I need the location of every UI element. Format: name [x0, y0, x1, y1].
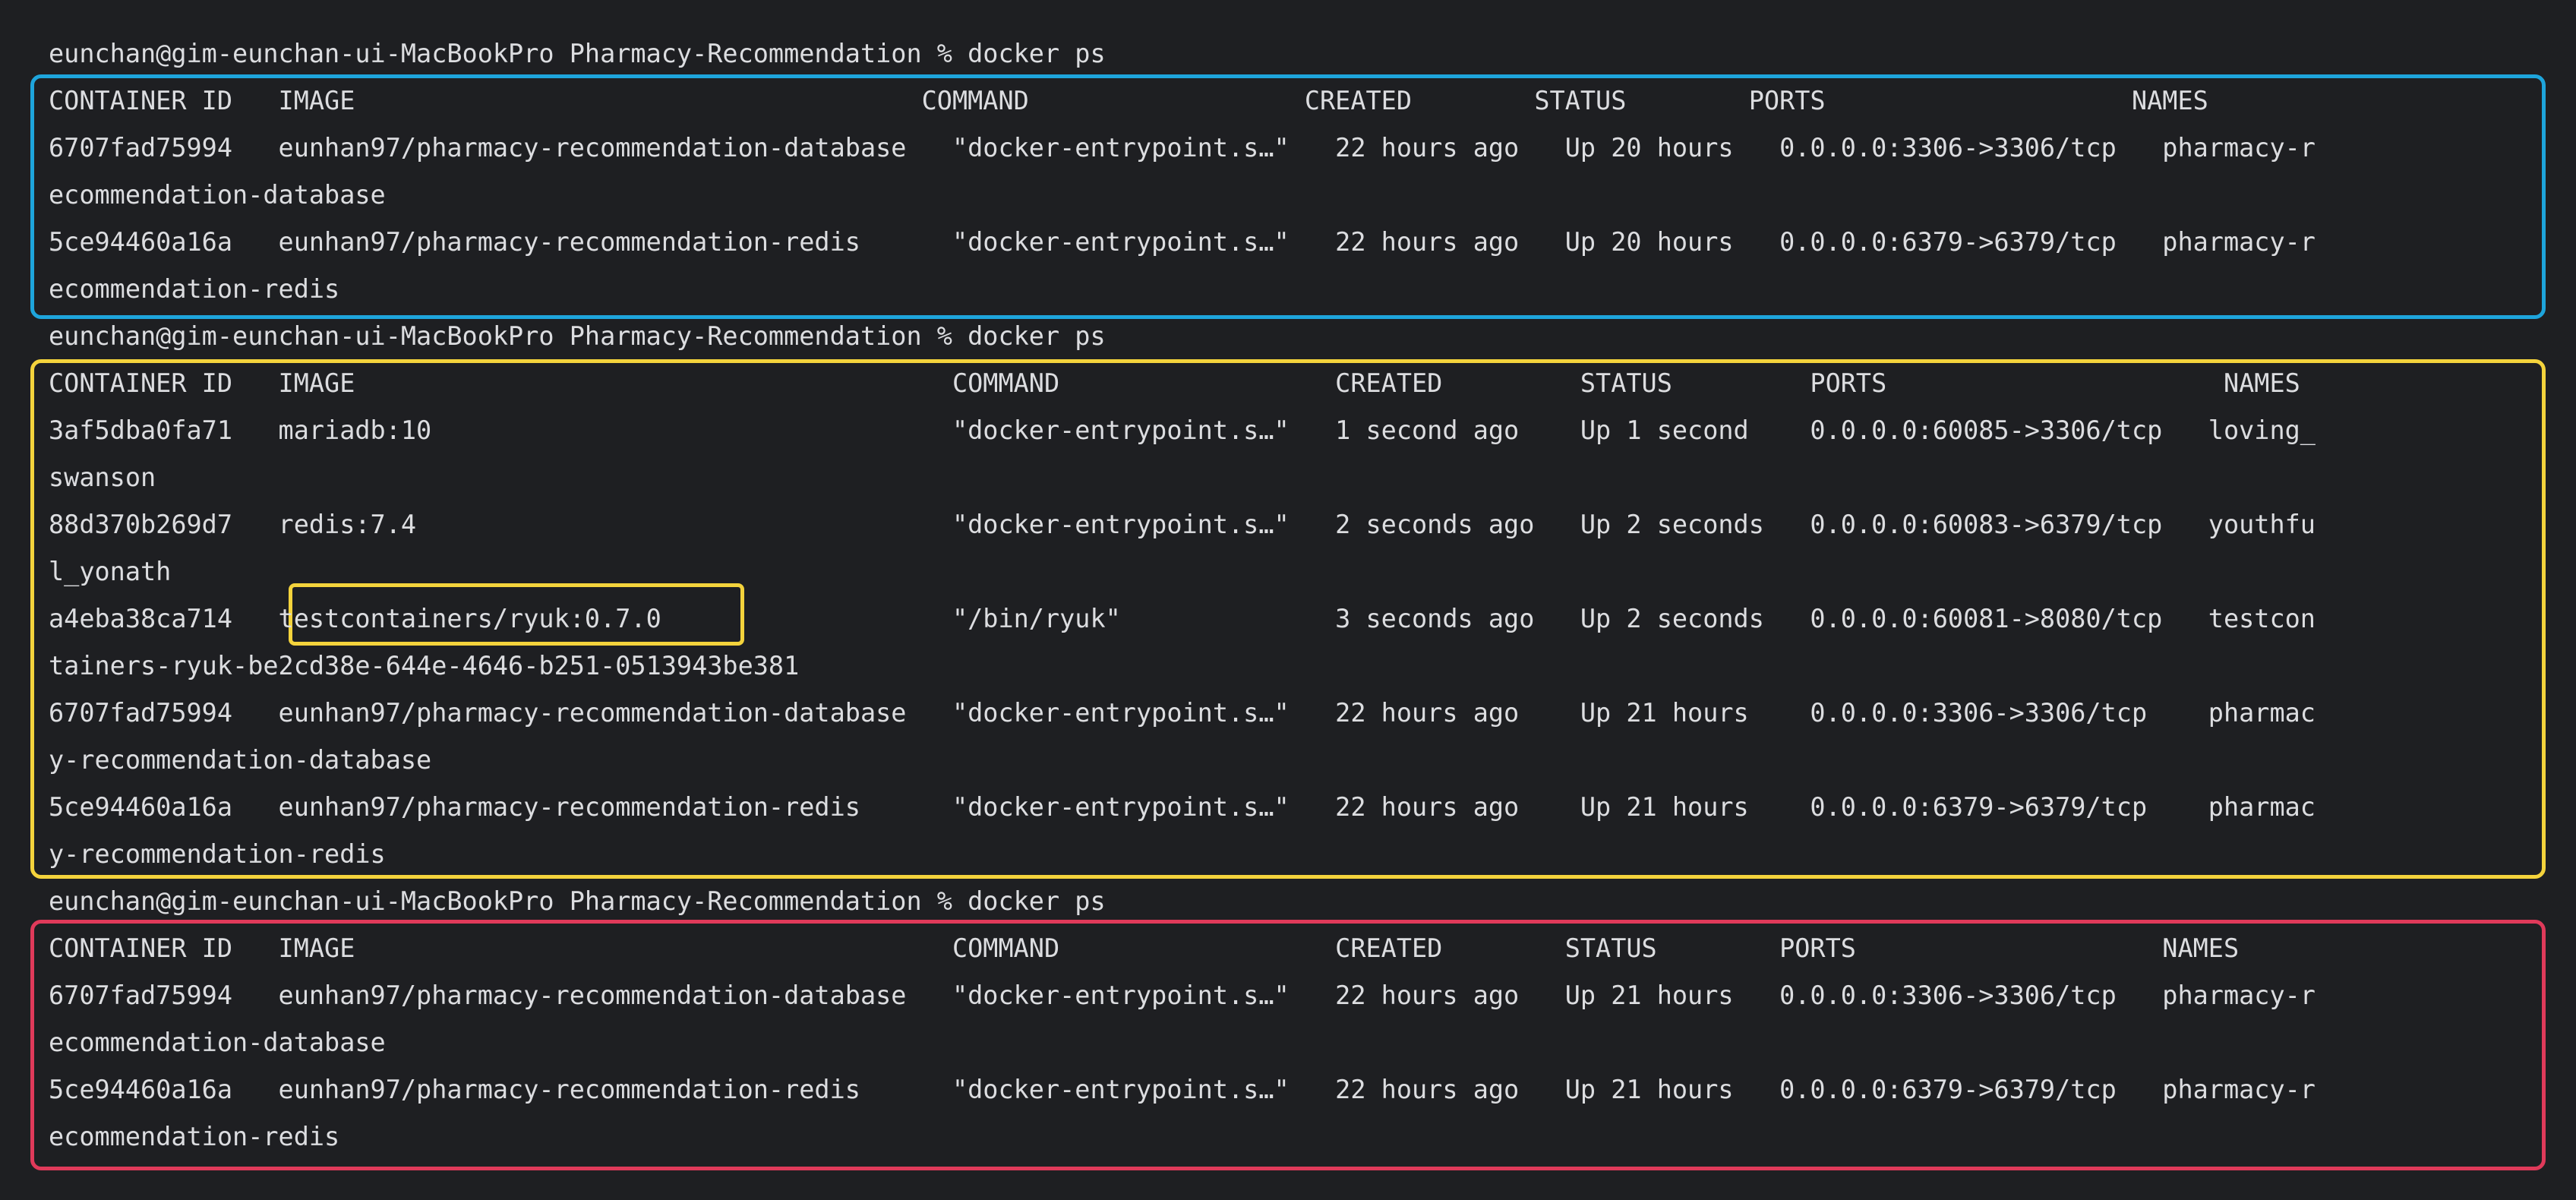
table-row-wrap: tainers-ryuk-be2cd38e-644e-4646-b251-051… [49, 651, 800, 681]
prompt-line: eunchan@gim-eunchan-ui-MacBookPro Pharma… [49, 321, 1106, 351]
table-row-wrap: ecommendation-redis [49, 1122, 340, 1151]
table-row: 3af5dba0fa71 mariadb:10 "docker-entrypoi… [49, 415, 2316, 445]
table-header: CONTAINER ID IMAGE COMMAND CREATED STATU… [49, 86, 2208, 115]
table-row: 6707fad75994 eunhan97/pharmacy-recommend… [49, 698, 2316, 728]
table-row: 5ce94460a16a eunhan97/pharmacy-recommend… [49, 227, 2316, 257]
table-row: 5ce94460a16a eunhan97/pharmacy-recommend… [49, 1075, 2316, 1104]
table-row: 6707fad75994 eunhan97/pharmacy-recommend… [49, 981, 2316, 1010]
table-header: CONTAINER ID IMAGE COMMAND CREATED STATU… [49, 933, 2240, 963]
table-row-wrap: l_yonath [49, 557, 172, 586]
table-row-wrap: ecommendation-database [49, 1028, 386, 1057]
prompt-line: eunchan@gim-eunchan-ui-MacBookPro Pharma… [49, 39, 1106, 68]
table-row: a4eba38ca714 testcontainers/ryuk:0.7.0 "… [49, 604, 2316, 633]
table-row-wrap: ecommendation-redis [49, 274, 340, 304]
table-row: 88d370b269d7 redis:7.4 "docker-entrypoin… [49, 510, 2316, 539]
table-row: 5ce94460a16a eunhan97/pharmacy-recommend… [49, 792, 2316, 822]
table-row-wrap: y-recommendation-database [49, 745, 432, 775]
table-row: 6707fad75994 eunhan97/pharmacy-recommend… [49, 133, 2316, 163]
table-header: CONTAINER ID IMAGE COMMAND CREATED STATU… [49, 368, 2300, 398]
table-row-wrap: swanson [49, 463, 156, 492]
table-row-wrap: y-recommendation-redis [49, 839, 386, 869]
table-row-wrap: ecommendation-database [49, 180, 386, 210]
terminal-window[interactable]: eunchan@gim-eunchan-ui-MacBookPro Pharma… [0, 0, 2576, 1200]
prompt-line: eunchan@gim-eunchan-ui-MacBookPro Pharma… [49, 886, 1106, 916]
